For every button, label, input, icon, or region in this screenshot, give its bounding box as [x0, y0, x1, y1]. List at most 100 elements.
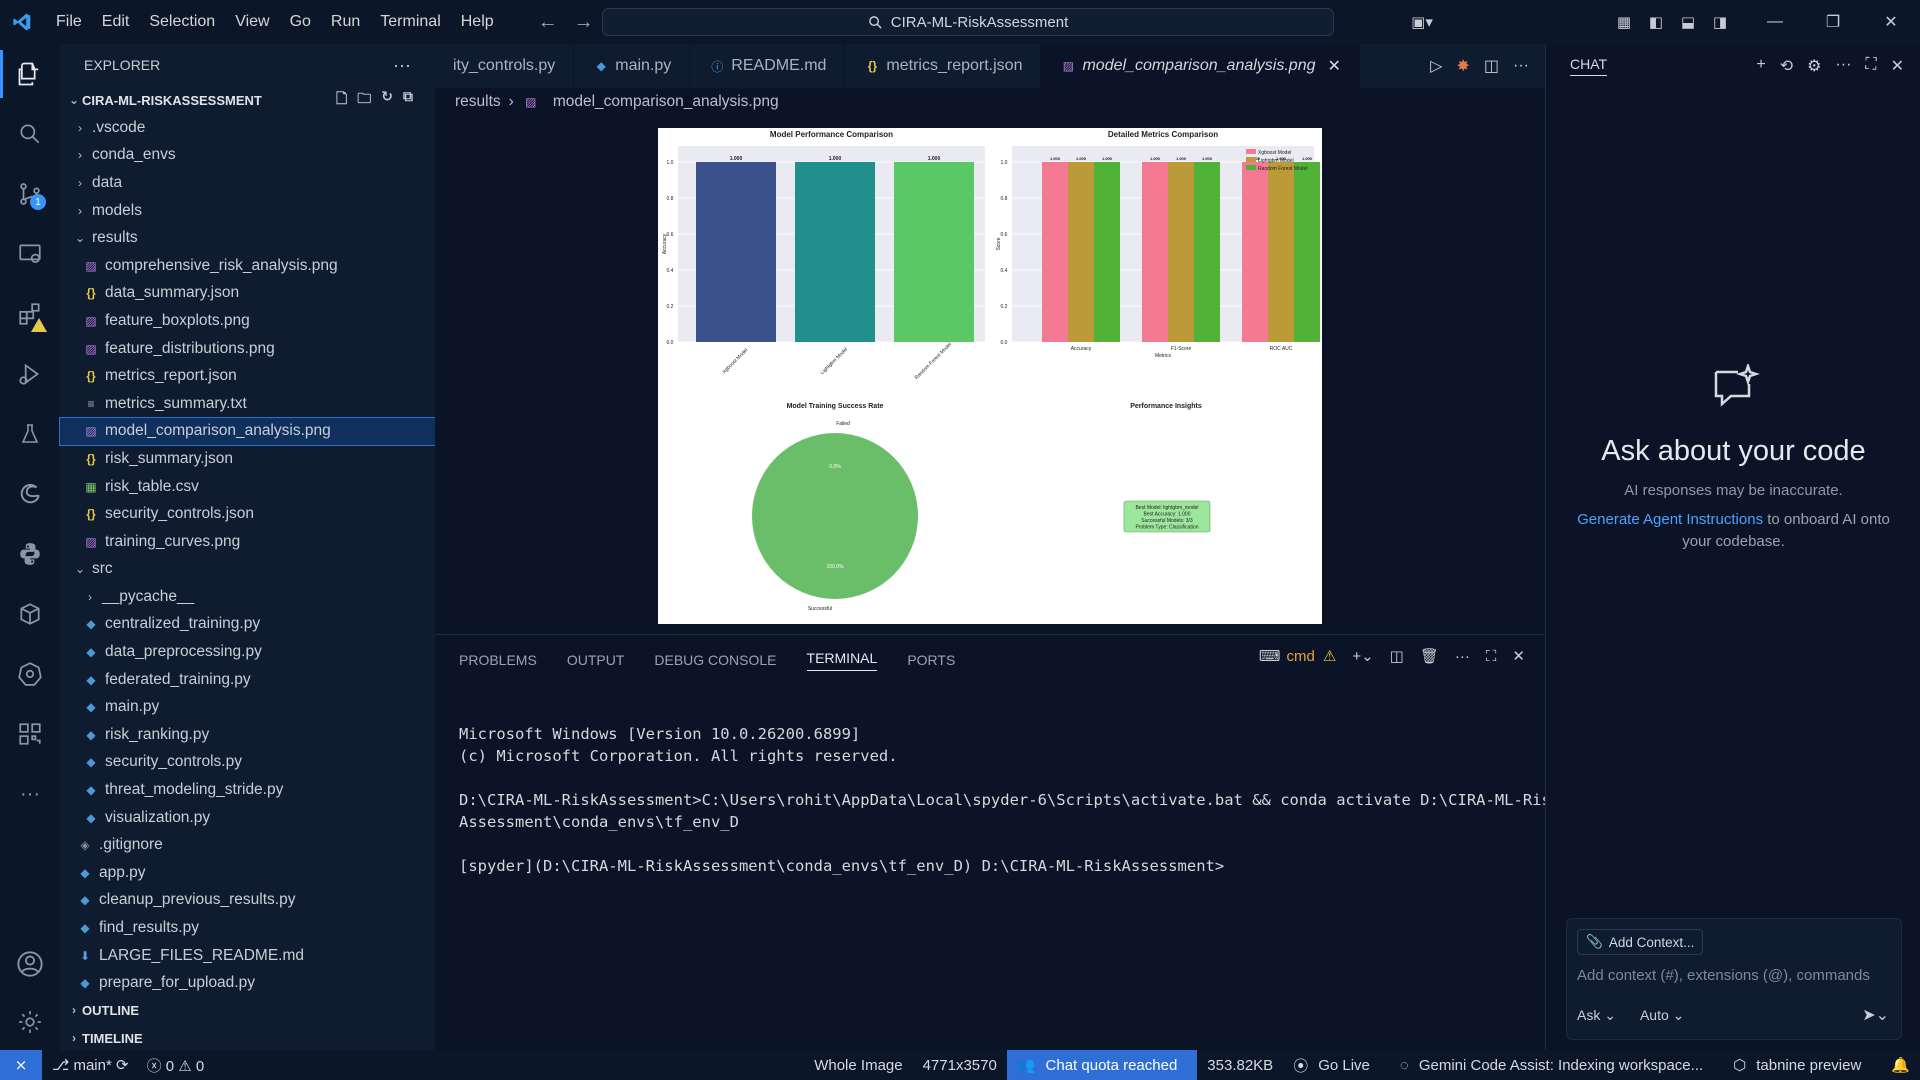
file-item[interactable]: ◆ security_controls.py — [60, 749, 435, 777]
menu-go[interactable]: Go — [280, 13, 321, 31]
chat-settings-icon[interactable]: ⚙ — [1807, 56, 1821, 76]
new-chat-icon[interactable]: + — [1756, 56, 1765, 76]
panel-tab-output[interactable]: OUTPUT — [567, 652, 625, 668]
terminal-output[interactable]: Microsoft Windows [Version 10.0.26200.68… — [459, 723, 1560, 877]
back-arrow-icon[interactable]: ← — [538, 11, 558, 34]
menu-edit[interactable]: Edit — [92, 13, 140, 31]
extensions-icon[interactable] — [0, 284, 60, 344]
folder-item[interactable]: › conda_envs — [60, 142, 435, 170]
edge-browser-icon[interactable] — [0, 464, 60, 524]
toggle-sidebar-icon[interactable]: ◧ — [1640, 0, 1672, 44]
minimize-icon[interactable]: — — [1746, 0, 1804, 44]
containers-icon[interactable] — [0, 584, 60, 644]
explorer-more-icon[interactable]: ··· — [393, 55, 411, 76]
file-item[interactable]: ▨ feature_boxplots.png — [60, 307, 435, 335]
new-folder-icon[interactable]: 🗀 — [357, 88, 371, 112]
accounts-icon[interactable] — [0, 934, 60, 994]
kubernetes-icon[interactable] — [0, 644, 60, 704]
run-debug-icon[interactable] — [0, 344, 60, 404]
python-icon[interactable] — [0, 524, 60, 584]
generate-agent-instructions-link[interactable]: Generate Agent Instructions — [1577, 511, 1763, 528]
chat-quota-indicator[interactable]: 👥 Chat quota reached — [1006, 1050, 1198, 1080]
kill-terminal-icon[interactable]: 🗑 — [1420, 647, 1439, 665]
terminal-shell-icon[interactable]: ⌨ — [1259, 647, 1281, 665]
file-item[interactable]: ◈ .gitignore — [60, 831, 435, 859]
project-header[interactable]: ⌄ CIRA-ML-RISKASSESSMENT 🗋 🗀 ↻ ⧉ — [60, 86, 435, 114]
file-item[interactable]: ▨ feature_distributions.png — [60, 335, 435, 363]
model-dropdown[interactable]: Auto ⌄ — [1640, 1007, 1684, 1024]
folder-item[interactable]: › __pycache__ — [60, 583, 435, 611]
history-icon[interactable]: ⟲ — [1780, 56, 1793, 76]
file-item[interactable]: ▨ model_comparison_analysis.png — [59, 416, 436, 447]
close-chat-icon[interactable]: ✕ — [1891, 56, 1904, 76]
folder-item[interactable]: › models — [60, 197, 435, 225]
file-item[interactable]: {} risk_summary.json — [60, 445, 435, 473]
tabnine-status[interactable]: ⬡ tabnine preview — [1723, 1050, 1881, 1080]
source-control-icon[interactable]: 1 — [0, 164, 60, 224]
run-icon[interactable]: ▷ — [1430, 56, 1442, 76]
send-icon[interactable]: ➤⌄ — [1862, 1005, 1889, 1025]
new-file-icon[interactable]: 🗋 — [336, 88, 347, 112]
search-activity-icon[interactable] — [0, 104, 60, 164]
collapse-all-icon[interactable]: ⧉ — [403, 88, 413, 112]
panel-more-icon[interactable]: ··· — [1455, 648, 1470, 665]
zoom-indicator[interactable]: Whole Image — [804, 1050, 912, 1080]
folder-item[interactable]: ⌄ results — [60, 224, 435, 252]
file-item[interactable]: ◆ threat_modeling_stride.py — [60, 776, 435, 804]
panel-tab-debug-console[interactable]: DEBUG CONSOLE — [654, 652, 776, 668]
folder-item[interactable]: ⌄ src — [60, 556, 435, 584]
layout-customize-icon[interactable]: ▦ — [1608, 0, 1640, 44]
split-terminal-icon[interactable]: ◫ — [1390, 647, 1404, 665]
panel-tab-ports[interactable]: PORTS — [907, 652, 955, 668]
file-item[interactable]: ◆ risk_ranking.py — [60, 721, 435, 749]
menu-view[interactable]: View — [225, 13, 279, 31]
file-item[interactable]: ◆ main.py — [60, 693, 435, 721]
file-item[interactable]: {} metrics_report.json — [60, 362, 435, 390]
claude-spark-icon[interactable]: ✸ — [1456, 56, 1469, 76]
panel-tab-problems[interactable]: PROBLEMS — [459, 652, 537, 668]
close-panel-icon[interactable]: ✕ — [1512, 647, 1525, 665]
split-editor-icon[interactable]: ◫ — [1484, 56, 1499, 76]
maximize-chat-icon[interactable]: ⛶ — [1865, 56, 1876, 76]
file-item[interactable]: ◆ visualization.py — [60, 804, 435, 832]
breadcrumb-folder[interactable]: results — [455, 93, 501, 111]
menu-terminal[interactable]: Terminal — [370, 13, 450, 31]
file-item[interactable]: ≡ metrics_summary.txt — [60, 390, 435, 418]
chat-more-icon[interactable]: ··· — [1835, 56, 1851, 76]
more-views-icon[interactable]: ··· — [0, 764, 60, 824]
tab-readme[interactable]: ⓘ README.md — [690, 44, 846, 88]
restore-icon[interactable]: ❐ — [1804, 0, 1862, 44]
file-item[interactable]: ◆ find_results.py — [60, 914, 435, 942]
breadcrumb-file[interactable]: model_comparison_analysis.png — [553, 93, 779, 111]
copilot-toggle-icon[interactable]: ▣▾ — [1406, 0, 1438, 44]
close-tab-icon[interactable]: ✕ — [1328, 56, 1341, 76]
settings-gear-icon[interactable] — [0, 992, 60, 1052]
file-item[interactable]: ◆ data_preprocessing.py — [60, 638, 435, 666]
command-center-search[interactable]: CIRA-ML-RiskAssessment — [602, 8, 1334, 36]
terminal-shell-name[interactable]: cmd — [1287, 648, 1315, 665]
problems-indicator[interactable]: ⓧ 0 ⚠ 0 — [147, 1055, 205, 1076]
refresh-icon[interactable]: ↻ — [381, 88, 393, 112]
toggle-secondary-sidebar-icon[interactable]: ◨ — [1704, 0, 1736, 44]
maximize-panel-icon[interactable]: ⛶ — [1486, 648, 1497, 665]
new-terminal-icon[interactable]: +⌄ — [1352, 647, 1373, 665]
editor-more-icon[interactable]: ··· — [1513, 57, 1529, 75]
folder-item[interactable]: › .vscode — [60, 114, 435, 142]
outline-section[interactable]: › OUTLINE — [60, 996, 435, 1024]
go-live-button[interactable]: ⦿ Go Live — [1283, 1050, 1390, 1080]
mode-dropdown[interactable]: Ask ⌄ — [1577, 1007, 1616, 1024]
timeline-section[interactable]: › TIMELINE — [60, 1024, 435, 1052]
gemini-status[interactable]: ◌ Gemini Code Assist: Indexing workspace… — [1390, 1050, 1723, 1080]
file-item[interactable]: ◆ federated_training.py — [60, 666, 435, 694]
tab-model-comparison[interactable]: ▨ model_comparison_analysis.png ✕ — [1041, 44, 1360, 88]
file-item[interactable]: ◆ prepare_for_upload.py — [60, 969, 435, 997]
folder-item[interactable]: › data — [60, 169, 435, 197]
panel-tab-terminal[interactable]: TERMINAL — [806, 650, 878, 671]
qr-tool-icon[interactable] — [0, 704, 60, 764]
forward-arrow-icon[interactable]: → — [574, 11, 594, 34]
file-item[interactable]: ◆ cleanup_previous_results.py — [60, 887, 435, 915]
file-item[interactable]: ⬇ LARGE_FILES_README.md — [60, 942, 435, 970]
remote-explorer-icon[interactable] — [0, 224, 60, 284]
remote-indicator-icon[interactable]: ⨯ — [0, 1050, 42, 1080]
file-item[interactable]: ▨ training_curves.png — [60, 528, 435, 556]
